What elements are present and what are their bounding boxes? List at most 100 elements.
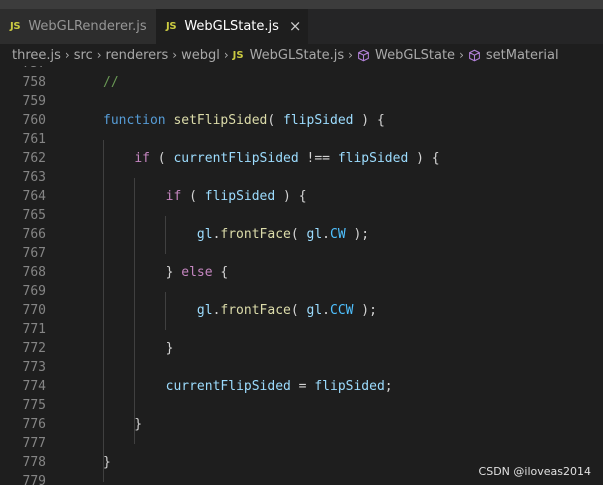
tab-webglstate[interactable]: JS WebGLState.js × [156, 9, 308, 44]
code-token: ) { [275, 189, 307, 204]
code-token: gl [306, 303, 323, 318]
js-file-icon: JS [232, 49, 244, 61]
line-number: 777 [22, 436, 46, 451]
close-icon[interactable]: × [289, 19, 302, 34]
code-token: ( [290, 303, 307, 318]
code-token: flipSided [314, 379, 385, 394]
line-number: 764 [22, 189, 46, 204]
breadcrumb: three.js › src › renderers › webgl › JS … [0, 44, 603, 66]
code-token: . [322, 227, 330, 242]
line-number: 758 [22, 75, 46, 90]
code-line[interactable]: 776 } [0, 415, 603, 434]
code-line[interactable]: 763 [0, 168, 603, 187]
chevron-right-icon: › [96, 48, 102, 62]
code-token: else [181, 265, 213, 280]
code-text: currentFlipSided = flipSided; [103, 377, 393, 396]
breadcrumb-item-src[interactable]: src [74, 48, 93, 63]
line-number: 776 [22, 417, 46, 432]
line-number: 759 [22, 94, 46, 109]
code-token: { [212, 265, 229, 280]
tab-label: WebGLState.js [184, 19, 279, 34]
code-token: = [290, 379, 315, 394]
code-line[interactable]: 760 function setFlipSided( flipSided ) { [0, 111, 603, 130]
code-token: ) { [353, 113, 385, 128]
editor-tab-bar: JS WebGLRenderer.js JS WebGLState.js × [0, 9, 603, 44]
line-number: 773 [22, 360, 46, 375]
method-cube-icon [468, 49, 480, 61]
code-line[interactable]: 767 [0, 244, 603, 263]
class-cube-icon [358, 49, 369, 61]
code-line[interactable]: 777 [0, 434, 603, 453]
code-line[interactable]: 765 [0, 206, 603, 225]
code-line[interactable]: 772 } [0, 339, 603, 358]
code-token: frontFace [220, 227, 291, 242]
chevron-right-icon: › [64, 48, 70, 62]
breadcrumb-item-renderers[interactable]: renderers [106, 48, 169, 63]
code-line[interactable]: 769 [0, 282, 603, 301]
tab-webglrenderer[interactable]: JS WebGLRenderer.js [0, 9, 156, 44]
code-token: flipSided [204, 189, 276, 204]
code-token: } [103, 341, 174, 356]
code-line[interactable]: 762 if ( currentFlipSided !== flipSided … [0, 149, 603, 168]
code-text: if ( currentFlipSided !== flipSided ) { [103, 149, 439, 168]
code-token: currentFlipSided [173, 151, 299, 166]
js-file-icon: JS [166, 21, 177, 32]
breadcrumb-item-webgl[interactable]: webgl [181, 48, 220, 63]
watermark: CSDN @iloveas2014 [478, 465, 591, 478]
line-number: 772 [22, 341, 46, 356]
breadcrumb-item-method[interactable]: setMaterial [486, 48, 559, 63]
code-text: if ( flipSided ) { [103, 187, 307, 206]
code-line[interactable]: 773 [0, 358, 603, 377]
code-token: // [103, 75, 119, 90]
code-text: } [103, 339, 174, 358]
code-token: !== [298, 151, 338, 166]
line-number: 760 [22, 113, 46, 128]
breadcrumb-item-class[interactable]: WebGLState [375, 48, 455, 63]
code-line[interactable]: 774 currentFlipSided = flipSided; [0, 377, 603, 396]
code-line[interactable]: 771 [0, 320, 603, 339]
js-file-icon: JS [10, 21, 21, 32]
code-token: } [103, 417, 143, 432]
code-text: gl.frontFace( gl.CW ); [103, 225, 369, 244]
code-text: } else { [103, 263, 229, 282]
code-token: currentFlipSided [165, 379, 291, 394]
line-number: 761 [22, 132, 46, 147]
code-token: flipSided [283, 113, 354, 128]
code-line[interactable]: 757 [0, 66, 603, 73]
line-number: 771 [22, 322, 46, 337]
chevron-right-icon: › [223, 48, 229, 62]
breadcrumb-item-threejs[interactable]: three.js [12, 48, 61, 63]
chevron-right-icon: › [348, 48, 353, 62]
code-line[interactable]: 759 [0, 92, 603, 111]
code-line[interactable]: 764 if ( flipSided ) { [0, 187, 603, 206]
line-number: 762 [22, 151, 46, 166]
code-token: CCW [330, 303, 354, 318]
code-line[interactable]: 761 [0, 130, 603, 149]
code-token: } [103, 265, 182, 280]
code-token: ( [290, 227, 307, 242]
code-token: ); [345, 227, 370, 242]
breadcrumb-item-file[interactable]: WebGLState.js [250, 48, 345, 63]
line-number: 774 [22, 379, 46, 394]
line-number: 775 [22, 398, 46, 413]
code-token: frontFace [220, 303, 291, 318]
line-number: 757 [0, 66, 46, 73]
line-number: 766 [22, 227, 46, 242]
code-token: } [103, 455, 111, 470]
code-line[interactable]: 775 [0, 396, 603, 415]
line-number: 763 [22, 170, 46, 185]
code-text: gl.frontFace( gl.CCW ); [103, 301, 377, 320]
code-line[interactable]: 770 gl.frontFace( gl.CCW ); [0, 301, 603, 320]
line-number: 767 [22, 246, 46, 261]
code-line[interactable]: 766 gl.frontFace( gl.CW ); [0, 225, 603, 244]
code-token: CW [330, 227, 346, 242]
line-number: 769 [22, 284, 46, 299]
code-text: function setFlipSided( flipSided ) { [103, 111, 385, 130]
code-line[interactable]: 758 // [0, 73, 603, 92]
code-line[interactable]: 768 } else { [0, 263, 603, 282]
code-editor[interactable]: 757 758 // 759 760 function setFlipSided( fli… [0, 66, 603, 485]
code-token: function [103, 113, 166, 128]
